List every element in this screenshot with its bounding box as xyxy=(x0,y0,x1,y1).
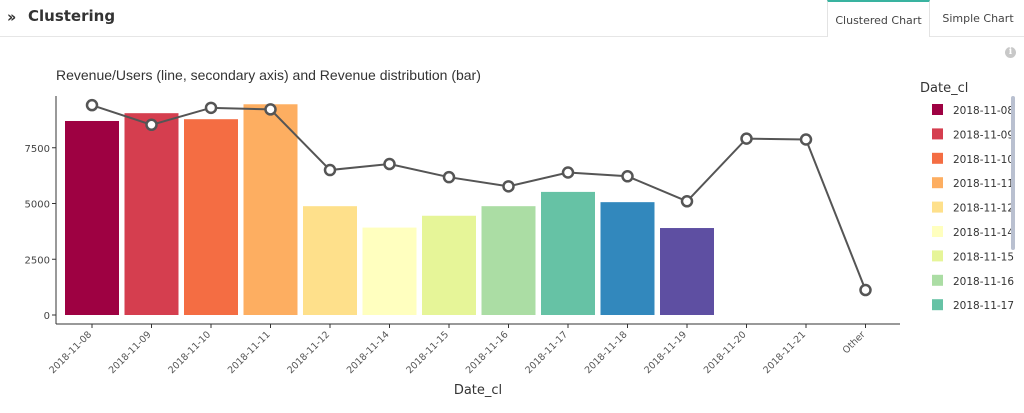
x-tick-label: Other xyxy=(841,329,868,356)
x-tick-label: 2018-11-20 xyxy=(702,329,749,376)
line-point-2018-11-14 xyxy=(383,157,396,171)
x-tick-label: 2018-11-15 xyxy=(404,329,451,376)
x-tick-label: 2018-11-16 xyxy=(464,329,511,376)
line-point-2018-11-09 xyxy=(145,118,158,132)
x-tick-label: 2018-11-19 xyxy=(642,329,689,376)
legend-swatch-2018-11-10 xyxy=(932,152,943,164)
legend-swatch-2018-11-08 xyxy=(932,104,943,115)
x-tick-label: 2018-11-17 xyxy=(523,329,570,376)
y-tick-label: 5000 xyxy=(25,200,50,211)
bar-2018-11-18 xyxy=(600,202,655,315)
line-point-2018-11-15 xyxy=(442,170,456,184)
line-point-2018-11-18 xyxy=(621,170,634,183)
legend-title: Date_cl xyxy=(920,81,968,96)
y-tick-label: 2500 xyxy=(25,255,50,266)
line-point-2018-11-21 xyxy=(799,133,813,146)
legend-swatch-2018-11-16 xyxy=(932,274,943,286)
line-point-2018-11-10 xyxy=(204,101,218,115)
line-point-2018-11-11 xyxy=(264,103,277,116)
line-point-2018-11-16 xyxy=(502,180,515,193)
x-tick-label: 2018-11-14 xyxy=(345,329,392,376)
line-point-2018-11-19 xyxy=(680,195,694,208)
legend-swatch-2018-11-09 xyxy=(932,128,943,140)
bar-2018-11-14 xyxy=(362,227,417,315)
bar-2018-11-12 xyxy=(303,206,357,315)
x-tick-label: 2018-11-08 xyxy=(47,329,94,376)
chart-canvas: Revenue/Users (line, secondary axis) and… xyxy=(25,67,1015,398)
legend-label: 2018-11-11 xyxy=(953,178,1014,190)
legend-label: 2018-11-10 xyxy=(953,154,1014,166)
line-point-2018-11-20 xyxy=(740,132,753,145)
legend-swatch-2018-11-12 xyxy=(932,201,943,213)
legend-label: 2018-11-14 xyxy=(953,227,1014,239)
bar-2018-11-19 xyxy=(660,228,714,315)
line-point-2018-11-17 xyxy=(561,166,575,179)
legend-label: 2018-11-17 xyxy=(953,300,1014,312)
bar-2018-11-15 xyxy=(422,215,476,315)
bar-2018-11-16 xyxy=(481,206,536,315)
legend-swatch-2018-11-14 xyxy=(932,226,943,237)
bar-2018-11-11 xyxy=(243,104,298,315)
x-tick-label: 2018-11-10 xyxy=(166,329,213,376)
x-tick-label: 2018-11-18 xyxy=(583,329,630,376)
bar-2018-11-08 xyxy=(65,120,119,316)
legend-swatch-2018-11-15 xyxy=(932,250,943,262)
x-tick-label: 2018-11-09 xyxy=(107,329,154,376)
legend-label: 2018-11-08 xyxy=(953,105,1014,117)
bar-2018-11-17 xyxy=(541,191,595,315)
legend-scrollbar[interactable] xyxy=(1011,96,1015,250)
bar-2018-11-10 xyxy=(184,119,238,316)
bar-2018-11-09 xyxy=(124,113,179,315)
line-point-2018-11-12 xyxy=(323,163,337,177)
x-tick-label: 2018-11-11 xyxy=(226,329,273,376)
y-tick-label: 0 xyxy=(44,311,50,322)
x-axis-label: Date_cl xyxy=(454,383,502,398)
line-point-2018-11-08 xyxy=(85,98,99,112)
legend-swatch-2018-11-17 xyxy=(932,299,943,311)
legend-label: 2018-11-09 xyxy=(953,129,1014,141)
legend-label: 2018-11-12 xyxy=(953,203,1014,215)
chart-title: Revenue/Users (line, secondary axis) and… xyxy=(56,67,481,83)
x-tick-label: 2018-11-21 xyxy=(761,329,808,376)
legend-label: 2018-11-16 xyxy=(953,276,1014,288)
line-point-Other xyxy=(859,283,872,297)
legend-swatch-2018-11-11 xyxy=(932,177,943,189)
y-tick-label: 7500 xyxy=(25,144,50,155)
x-tick-label: 2018-11-12 xyxy=(285,329,332,376)
legend-label: 2018-11-15 xyxy=(953,251,1014,263)
